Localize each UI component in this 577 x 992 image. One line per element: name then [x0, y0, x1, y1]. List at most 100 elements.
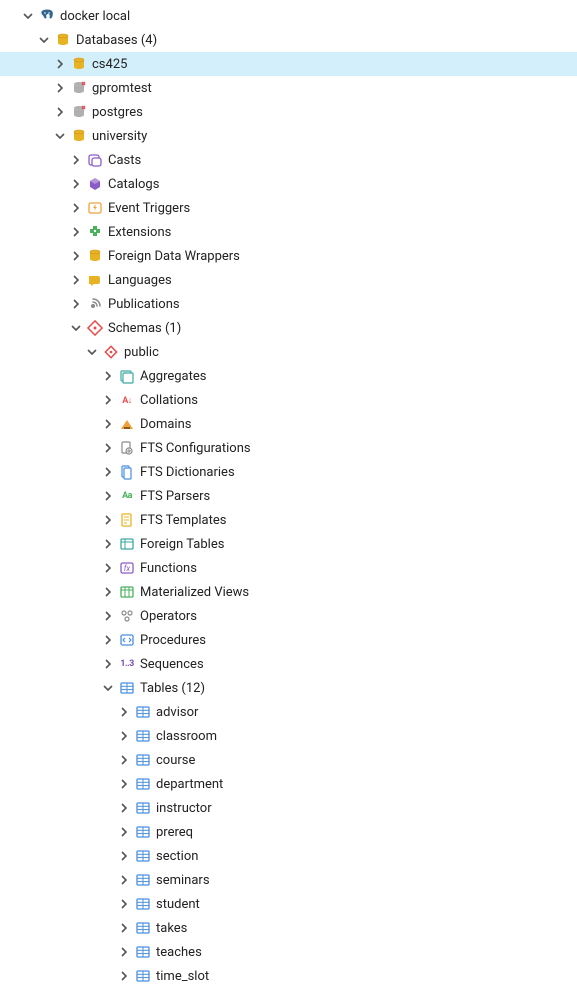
publication-icon: [86, 295, 104, 313]
tree-node-label: Publications: [108, 297, 569, 312]
tree-node-t-prereq[interactable]: prereq: [0, 820, 577, 844]
chevron-down-icon[interactable]: [36, 32, 52, 48]
tree-node-databases[interactable]: Databases (4): [0, 28, 577, 52]
table-leaf-icon: [134, 775, 152, 793]
tree-node-casts[interactable]: Casts: [0, 148, 577, 172]
object-browser-tree[interactable]: docker localDatabases (4)cs425gpromtestp…: [0, 0, 577, 992]
chevron-right-icon[interactable]: [116, 872, 132, 888]
tree-node-t-takes[interactable]: takes: [0, 916, 577, 940]
tree-node-label: docker local: [60, 9, 569, 24]
chevron-down-icon[interactable]: [100, 680, 116, 696]
tree-node-tables[interactable]: Tables (12): [0, 676, 577, 700]
chevron-right-icon[interactable]: [68, 272, 84, 288]
chevron-down-icon[interactable]: [52, 128, 68, 144]
tree-node-catalogs[interactable]: Catalogs: [0, 172, 577, 196]
chevron-right-icon[interactable]: [116, 848, 132, 864]
chevron-down-icon[interactable]: [20, 8, 36, 24]
chevron-right-icon[interactable]: [68, 248, 84, 264]
chevron-right-icon[interactable]: [116, 752, 132, 768]
chevron-right-icon[interactable]: [100, 608, 116, 624]
tree-node-aggregates[interactable]: Aggregates: [0, 364, 577, 388]
chevron-right-icon[interactable]: [100, 536, 116, 552]
chevron-right-icon[interactable]: [116, 968, 132, 984]
chevron-right-icon[interactable]: [100, 656, 116, 672]
tree-node-domains[interactable]: Domains: [0, 412, 577, 436]
chevron-right-icon[interactable]: [68, 152, 84, 168]
table-leaf-icon: [134, 919, 152, 937]
chevron-right-icon[interactable]: [68, 200, 84, 216]
tree-node-server[interactable]: docker local: [0, 4, 577, 28]
tree-node-mat-views[interactable]: Materialized Views: [0, 580, 577, 604]
db-group-icon: [86, 247, 104, 265]
db-icon: [70, 127, 88, 145]
chevron-right-icon[interactable]: [68, 296, 84, 312]
tree-node-fts-conf[interactable]: FTS Configurations: [0, 436, 577, 460]
evt-trigger-icon: [86, 199, 104, 217]
chevron-right-icon[interactable]: [100, 584, 116, 600]
db-off-icon: [70, 79, 88, 97]
chevron-right-icon[interactable]: [68, 176, 84, 192]
procedure-icon: [118, 631, 136, 649]
chevron-right-icon[interactable]: [116, 728, 132, 744]
tree-node-languages[interactable]: Languages: [0, 268, 577, 292]
chevron-right-icon[interactable]: [100, 368, 116, 384]
chevron-down-icon[interactable]: [84, 344, 100, 360]
chevron-down-icon[interactable]: [68, 320, 84, 336]
tree-node-extensions[interactable]: Extensions: [0, 220, 577, 244]
tree-node-operators[interactable]: Operators: [0, 604, 577, 628]
table-leaf-icon: [134, 727, 152, 745]
tree-node-db-cs425[interactable]: cs425: [0, 52, 577, 76]
tree-node-publications[interactable]: Publications: [0, 292, 577, 316]
tree-node-t-department[interactable]: department: [0, 772, 577, 796]
tree-node-schemas[interactable]: Schemas (1): [0, 316, 577, 340]
tree-node-t-seminars[interactable]: seminars: [0, 868, 577, 892]
tree-node-sequences[interactable]: 1..3Sequences: [0, 652, 577, 676]
chevron-right-icon[interactable]: [100, 416, 116, 432]
chevron-right-icon[interactable]: [100, 512, 116, 528]
tree-node-t-course[interactable]: course: [0, 748, 577, 772]
tree-node-label: teaches: [156, 945, 569, 960]
chevron-right-icon[interactable]: [116, 800, 132, 816]
chevron-right-icon[interactable]: [52, 104, 68, 120]
chevron-right-icon[interactable]: [116, 776, 132, 792]
tree-node-label: Sequences: [140, 657, 569, 672]
tree-node-label: Foreign Data Wrappers: [108, 249, 569, 264]
chevron-right-icon[interactable]: [116, 824, 132, 840]
tree-node-fts-templates[interactable]: FTS Templates: [0, 508, 577, 532]
tree-node-public[interactable]: public: [0, 340, 577, 364]
tree-node-t-advisor[interactable]: advisor: [0, 700, 577, 724]
tree-node-collations[interactable]: A↓Collations: [0, 388, 577, 412]
tree-node-db-postgres[interactable]: postgres: [0, 100, 577, 124]
chevron-right-icon[interactable]: [116, 704, 132, 720]
chevron-right-icon[interactable]: [100, 488, 116, 504]
tree-node-label: seminars: [156, 873, 569, 888]
chevron-right-icon[interactable]: [100, 440, 116, 456]
tree-node-t-student[interactable]: student: [0, 892, 577, 916]
tree-node-db-gpromtest[interactable]: gpromtest: [0, 76, 577, 100]
tree-node-t-teaches[interactable]: teaches: [0, 940, 577, 964]
chevron-right-icon[interactable]: [100, 560, 116, 576]
tree-node-t-instructor[interactable]: instructor: [0, 796, 577, 820]
db-icon: [70, 55, 88, 73]
chevron-right-icon[interactable]: [68, 224, 84, 240]
tree-node-t-section[interactable]: section: [0, 844, 577, 868]
tree-node-evt-triggers[interactable]: Event Triggers: [0, 196, 577, 220]
chevron-right-icon[interactable]: [100, 632, 116, 648]
chevron-right-icon[interactable]: [100, 464, 116, 480]
chevron-right-icon[interactable]: [116, 896, 132, 912]
chevron-right-icon[interactable]: [100, 392, 116, 408]
tree-node-t-classroom[interactable]: classroom: [0, 724, 577, 748]
chevron-right-icon[interactable]: [116, 944, 132, 960]
chevron-right-icon[interactable]: [116, 920, 132, 936]
chevron-right-icon[interactable]: [52, 56, 68, 72]
tree-node-db-university[interactable]: university: [0, 124, 577, 148]
tree-node-procedures[interactable]: Procedures: [0, 628, 577, 652]
tree-node-fts-dict[interactable]: FTS Dictionaries: [0, 460, 577, 484]
tree-node-foreign-tables[interactable]: Foreign Tables: [0, 532, 577, 556]
chevron-right-icon[interactable]: [52, 80, 68, 96]
tree-node-t-time_slot[interactable]: time_slot: [0, 964, 577, 988]
tree-node-label: Operators: [140, 609, 569, 624]
tree-node-fts-parsers[interactable]: AaFTS Parsers: [0, 484, 577, 508]
tree-node-functions[interactable]: fxFunctions: [0, 556, 577, 580]
tree-node-fdw[interactable]: Foreign Data Wrappers: [0, 244, 577, 268]
